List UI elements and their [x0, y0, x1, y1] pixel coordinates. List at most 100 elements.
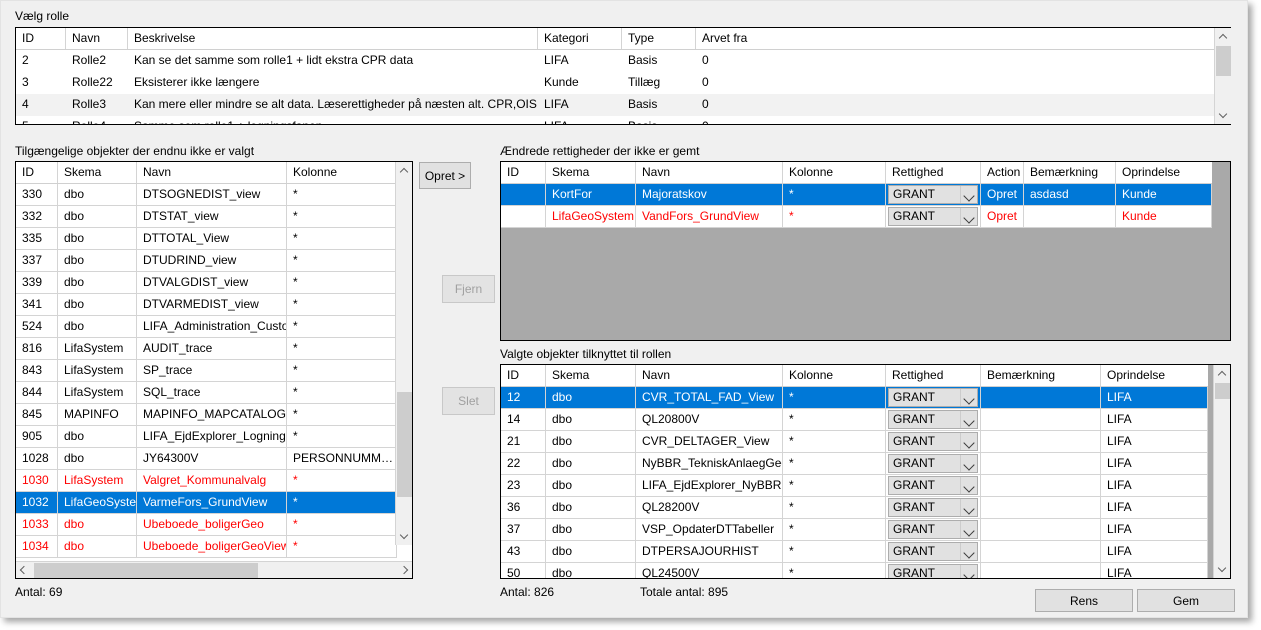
chevron-down-icon[interactable] — [960, 499, 977, 516]
changed-column-header[interactable]: Rettighed — [886, 162, 981, 183]
selected-cell-skema[interactable]: dbo — [546, 453, 636, 475]
rettighed-dropdown[interactable]: GRANT — [888, 207, 978, 226]
changed-cell-id[interactable] — [501, 184, 546, 206]
available-cell-kolonne[interactable]: * — [287, 492, 397, 514]
selected-cell-oprindelse[interactable]: LIFA — [1101, 563, 1208, 579]
available-cell-kolonne[interactable]: * — [287, 272, 397, 294]
available-cell-navn[interactable]: VarmeFors_GrundView — [137, 492, 287, 514]
table-row[interactable]: 1028dboJY64300VPERSONNUMM… — [16, 448, 412, 470]
roles-grid-rows[interactable]: 2Rolle2Kan se det samme som rolle1 + lid… — [16, 50, 1230, 125]
selected-cell-bemaerkning[interactable] — [981, 519, 1101, 541]
available-objects-grid[interactable]: IDSkemaNavnKolonne 330dboDTSOGNEDIST_vie… — [15, 161, 413, 579]
table-row[interactable]: 1034dboUbeboede_boligerGeoView* — [16, 536, 412, 558]
changed-cell-oprindelse[interactable]: Kunde — [1116, 184, 1212, 206]
available-cell-id[interactable]: 816 — [16, 338, 58, 360]
roles-cell-kategori[interactable]: LIFA — [538, 116, 622, 125]
available-column-header[interactable]: Kolonne — [287, 162, 397, 183]
roles-cell-id[interactable]: 3 — [16, 72, 66, 94]
table-row[interactable]: 1030LifaSystemValgret_Kommunalvalg* — [16, 470, 412, 492]
selected-cell-kolonne[interactable]: * — [783, 563, 886, 579]
selected-cell-bemaerkning[interactable] — [981, 541, 1101, 563]
selected-column-header[interactable]: Navn — [636, 365, 783, 386]
selected-cell-bemaerkning[interactable] — [981, 409, 1101, 431]
roles-cell-beskrivelse[interactable]: Kan se det samme som rolle1 + lidt ekstr… — [128, 50, 538, 72]
fjern-button[interactable]: Fjern — [442, 275, 495, 303]
available-cell-kolonne[interactable]: * — [287, 382, 397, 404]
chevron-down-icon[interactable] — [960, 543, 977, 560]
rettighed-dropdown[interactable]: GRANT — [888, 410, 978, 429]
changed-column-header[interactable]: Oprindelse — [1116, 162, 1212, 183]
available-cell-id[interactable]: 1030 — [16, 470, 58, 492]
changed-cell-skema[interactable]: LifaGeoSystem — [546, 206, 636, 228]
available-cell-navn[interactable]: DTTOTAL_View — [137, 228, 287, 250]
roles-cell-beskrivelse[interactable]: Kan mere eller mindre se alt data. Læser… — [128, 94, 538, 116]
roles-column-header[interactable]: Type — [622, 28, 696, 49]
rettighed-dropdown[interactable]: GRANT — [888, 432, 978, 451]
table-row[interactable]: 22dboNyBBR_TekniskAnlaegGeo…*GRANTLIFA — [501, 453, 1230, 475]
changed-cell-navn[interactable]: VandFors_GrundView — [636, 206, 783, 228]
available-cell-navn[interactable]: DTSOGNEDIST_view — [137, 184, 287, 206]
selected-cell-rettighed[interactable]: GRANT — [886, 563, 981, 579]
rettighed-dropdown[interactable]: GRANT — [888, 520, 978, 539]
scrollbar-thumb[interactable] — [1216, 46, 1231, 76]
table-row[interactable]: 905dboLIFA_EjdExplorer_LogningS…* — [16, 426, 412, 448]
roles-column-header[interactable]: Arvet fra — [696, 28, 762, 49]
available-cell-id[interactable]: 843 — [16, 360, 58, 382]
available-cell-id[interactable]: 1033 — [16, 514, 58, 536]
selected-cell-skema[interactable]: dbo — [546, 563, 636, 579]
scroll-down-icon[interactable] — [396, 528, 413, 545]
selected-cell-navn[interactable]: NyBBR_TekniskAnlaegGeo… — [636, 453, 783, 475]
selected-cell-kolonne[interactable]: * — [783, 409, 886, 431]
available-cell-navn[interactable]: AUDIT_trace — [137, 338, 287, 360]
table-row[interactable]: 36dboQL28200V*GRANTLIFA — [501, 497, 1230, 519]
selected-grid-vscrollbar[interactable] — [1213, 365, 1230, 578]
available-cell-id[interactable]: 524 — [16, 316, 58, 338]
available-cell-skema[interactable]: dbo — [58, 206, 137, 228]
changed-column-header[interactable]: Kolonne — [783, 162, 886, 183]
available-cell-id[interactable]: 905 — [16, 426, 58, 448]
roles-cell-kategori[interactable]: LIFA — [538, 50, 622, 72]
available-cell-id[interactable]: 1032 — [16, 492, 58, 514]
selected-cell-skema[interactable]: dbo — [546, 475, 636, 497]
roles-cell-kategori[interactable]: LIFA — [538, 94, 622, 116]
available-grid-vscrollbar[interactable] — [395, 162, 412, 545]
selected-cell-kolonne[interactable]: * — [783, 431, 886, 453]
selected-cell-bemaerkning[interactable] — [981, 387, 1101, 409]
roles-cell-id[interactable]: 4 — [16, 94, 66, 116]
selected-cell-id[interactable]: 14 — [501, 409, 546, 431]
changed-cell-oprindelse[interactable]: Kunde — [1116, 206, 1212, 228]
selected-cell-navn[interactable]: LIFA_EjdExplorer_NyBBRB… — [636, 475, 783, 497]
scroll-up-icon[interactable] — [1214, 365, 1231, 382]
available-cell-skema[interactable]: dbo — [58, 228, 137, 250]
available-cell-id[interactable]: 341 — [16, 294, 58, 316]
available-cell-skema[interactable]: MAPINFO — [58, 404, 137, 426]
available-cell-skema[interactable]: LifaGeoSystem — [58, 492, 137, 514]
available-cell-skema[interactable]: dbo — [58, 184, 137, 206]
roles-column-header[interactable]: Navn — [66, 28, 128, 49]
selected-cell-id[interactable]: 50 — [501, 563, 546, 579]
rettighed-dropdown[interactable]: GRANT — [888, 564, 978, 579]
available-cell-id[interactable]: 330 — [16, 184, 58, 206]
changed-rights-grid[interactable]: IDSkemaNavnKolonneRettighedActionBemærkn… — [500, 161, 1231, 341]
roles-cell-id[interactable]: 5 — [16, 116, 66, 125]
available-cell-navn[interactable]: Ubeboede_boligerGeo — [137, 514, 287, 536]
available-cell-navn[interactable]: LIFA_Administration_Custo… — [137, 316, 287, 338]
rettighed-dropdown[interactable]: GRANT — [888, 454, 978, 473]
chevron-down-icon[interactable] — [960, 521, 977, 538]
rettighed-dropdown[interactable]: GRANT — [888, 542, 978, 561]
roles-cell-type[interactable]: Basis — [622, 50, 696, 72]
scroll-down-icon[interactable] — [1214, 561, 1231, 578]
available-cell-id[interactable]: 1034 — [16, 536, 58, 558]
opret-button[interactable]: Opret > — [419, 162, 471, 189]
selected-cell-skema[interactable]: dbo — [546, 431, 636, 453]
available-grid-rows[interactable]: 330dboDTSOGNEDIST_view*332dboDTSTAT_view… — [16, 184, 412, 558]
roles-grid[interactable]: IDNavnBeskrivelseKategoriTypeArvet fra 2… — [15, 27, 1231, 125]
changed-cell-rettighed[interactable]: GRANT — [886, 184, 981, 206]
table-row[interactable]: 37dboVSP_OpdaterDTTabeller*GRANTLIFA — [501, 519, 1230, 541]
selected-cell-rettighed[interactable]: GRANT — [886, 519, 981, 541]
selected-cell-oprindelse[interactable]: LIFA — [1101, 541, 1208, 563]
scrollbar-thumb[interactable] — [1215, 383, 1230, 399]
table-row[interactable]: 50dboQL24500V*GRANTLIFA — [501, 563, 1230, 579]
available-cell-navn[interactable]: DTVARMEDIST_view — [137, 294, 287, 316]
table-row[interactable]: 2Rolle2Kan se det samme som rolle1 + lid… — [16, 50, 1230, 72]
